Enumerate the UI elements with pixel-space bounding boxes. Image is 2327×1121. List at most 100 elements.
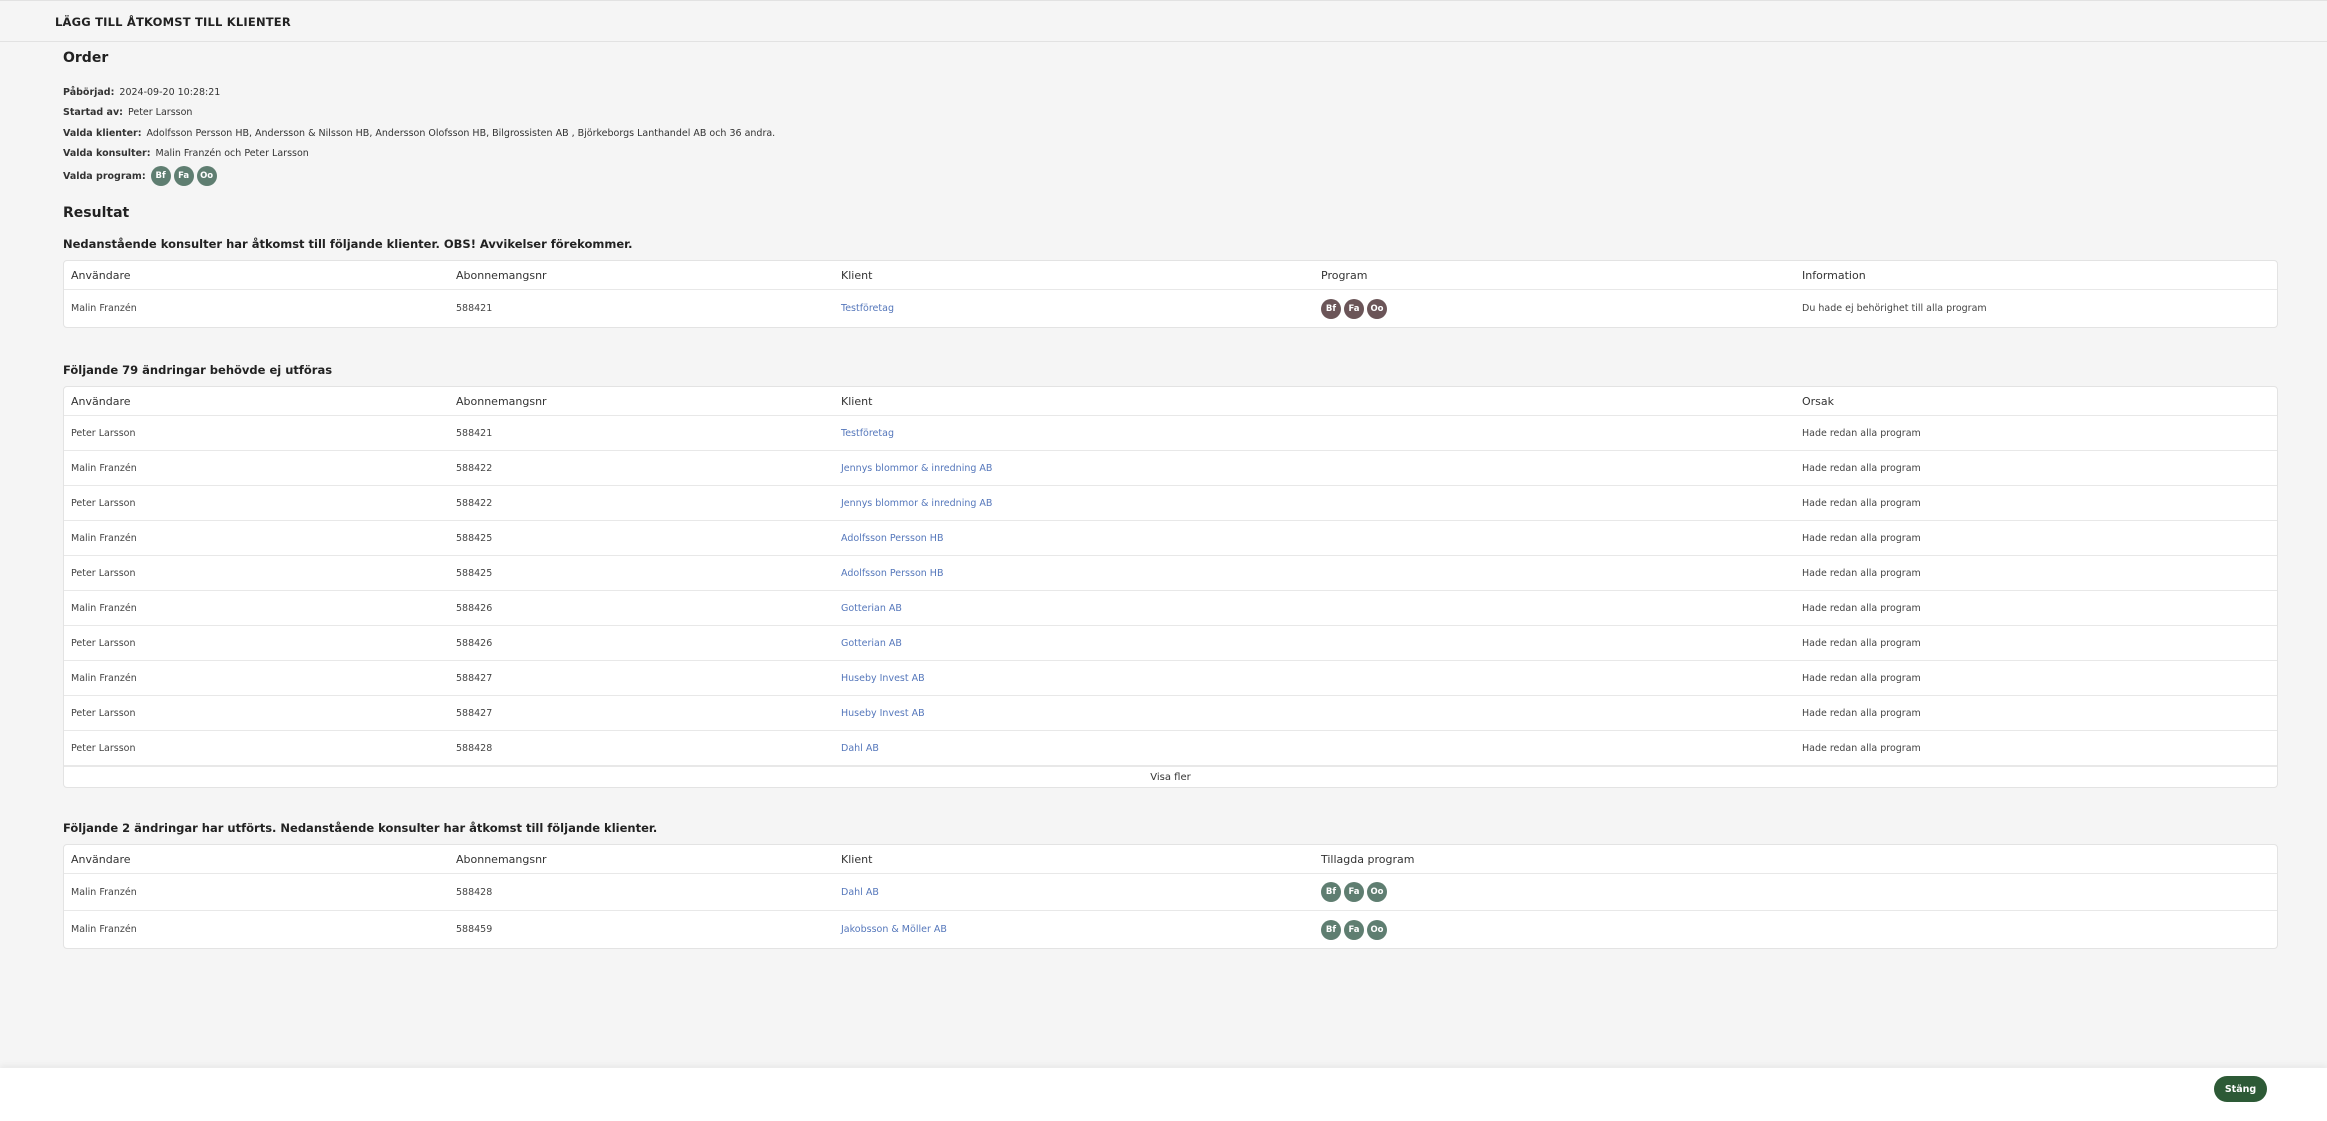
cell-sub: 588421 — [456, 427, 493, 439]
program-badge: Oo — [1367, 882, 1387, 902]
show-more-button[interactable]: Visa fler — [64, 766, 2277, 787]
table-row: Malin Franzén 588421 Testföretag Bf Fa O… — [64, 290, 2277, 327]
program-badge: Oo — [1367, 919, 1387, 940]
cell-sub: 588427 — [456, 707, 493, 719]
table-row: Malin Franzén 588425 Adolfsson Persson H… — [64, 521, 2277, 556]
clients-value: Adolfsson Persson HB, Andersson & Nilsso… — [146, 127, 776, 139]
table-header-row: Användare Abonnemangsnr Klient Program I… — [64, 261, 2277, 290]
cell-sub: 588426 — [456, 602, 493, 614]
close-button[interactable]: Stäng — [2214, 1076, 2267, 1102]
cell-client[interactable]: Huseby Invest AB — [841, 696, 925, 730]
client-link[interactable]: Adolfsson Persson HB — [841, 568, 943, 579]
col-header-sub: Abonnemangsnr — [456, 394, 547, 408]
program-badge: Oo — [1367, 298, 1387, 319]
program-badge: Bf — [1321, 919, 1341, 940]
clients-row: Valda klienter: Adolfsson Persson HB, An… — [63, 123, 2278, 144]
cell-reason: Hade redan alla program — [1802, 532, 1921, 544]
cell-user: Peter Larsson — [71, 637, 136, 649]
cell-sub: 588428 — [456, 886, 493, 898]
consultants-label: Valda konsulter: — [63, 148, 151, 160]
table2: Användare Abonnemangsnr Klient Orsak Pet… — [63, 386, 2278, 788]
cell-sub: 588422 — [456, 497, 493, 509]
cell-reason: Hade redan alla program — [1802, 462, 1921, 474]
program-badge: Bf — [1321, 882, 1341, 902]
cell-client[interactable]: Gotterian AB — [841, 626, 902, 660]
order-heading: Order — [63, 50, 109, 66]
client-link[interactable]: Jennys blommor & inredning AB — [841, 498, 992, 509]
consultants-value: Malin Franzén och Peter Larsson — [155, 148, 309, 160]
cell-client[interactable]: Huseby Invest AB — [841, 661, 925, 695]
client-link[interactable]: Adolfsson Persson HB — [841, 533, 943, 544]
footer-bar: Stäng — [0, 1068, 2327, 1121]
client-link[interactable]: Testföretag — [841, 428, 894, 439]
program-badge: Fa — [1344, 882, 1364, 902]
cell-client[interactable]: Dahl AB — [841, 874, 879, 910]
cell-sub: 588427 — [456, 672, 493, 684]
cell-client[interactable]: Testföretag — [841, 290, 894, 327]
cell-sub: 588426 — [456, 637, 493, 649]
col-header-user: Användare — [71, 268, 131, 282]
cell-programs: Bf Fa Oo — [1321, 874, 1387, 910]
clients-label: Valda klienter: — [63, 127, 142, 139]
cell-info: Du hade ej behörighet till alla program — [1802, 303, 1987, 314]
result-heading: Resultat — [63, 205, 130, 221]
cell-client[interactable]: Jennys blommor & inredning AB — [841, 486, 992, 520]
cell-user: Malin Franzén — [71, 303, 137, 314]
program-badge: Fa — [173, 166, 194, 186]
cell-client[interactable]: Adolfsson Persson HB — [841, 556, 943, 590]
client-link[interactable]: Jennys blommor & inredning AB — [841, 463, 992, 474]
cell-client[interactable]: Testföretag — [841, 416, 894, 450]
table-header-row: Användare Abonnemangsnr Klient Tillagda … — [64, 845, 2277, 874]
table-header-row: Användare Abonnemangsnr Klient Orsak — [64, 387, 2277, 416]
table3-heading: Följande 2 ändringar har utförts. Nedans… — [63, 821, 658, 835]
cell-client[interactable]: Jennys blommor & inredning AB — [841, 451, 992, 485]
table2-heading: Följande 79 ändringar behövde ej utföras — [63, 363, 333, 377]
header-bar: LÄGG TILL ÅTKOMST TILL KLIENTER — [0, 0, 2327, 42]
main-content: Order Påbörjad: 2024-09-20 10:28:21 Star… — [63, 50, 2278, 949]
client-link[interactable]: Dahl AB — [841, 743, 879, 754]
cell-user: Peter Larsson — [71, 497, 136, 509]
table-row: Malin Franzén 588426 Gotterian AB Hade r… — [64, 591, 2277, 626]
cell-sub: 588425 — [456, 567, 493, 579]
table3: Användare Abonnemangsnr Klient Tillagda … — [63, 844, 2278, 949]
table-row: Malin Franzén 588427 Huseby Invest AB Ha… — [64, 661, 2277, 696]
table-row: Malin Franzén 588459 Jakobsson & Möller … — [64, 911, 2277, 948]
cell-client[interactable]: Adolfsson Persson HB — [841, 521, 943, 555]
startedby-label: Startad av: — [63, 107, 123, 119]
programs-row: Valda program: Bf Fa Oo — [63, 164, 2278, 188]
cell-sub: 588428 — [456, 742, 493, 754]
table-row: Peter Larsson 588426 Gotterian AB Hade r… — [64, 626, 2277, 661]
cell-user: Peter Larsson — [71, 427, 136, 439]
order-meta: Påbörjad: 2024-09-20 10:28:21 Startad av… — [63, 82, 2278, 188]
client-link[interactable]: Dahl AB — [841, 887, 879, 898]
cell-sub: 588459 — [456, 924, 493, 935]
program-badges: Bf Fa Oo — [150, 166, 217, 186]
client-link[interactable]: Gotterian AB — [841, 603, 902, 614]
cell-reason: Hade redan alla program — [1802, 707, 1921, 719]
client-link[interactable]: Huseby Invest AB — [841, 708, 925, 719]
client-link[interactable]: Huseby Invest AB — [841, 673, 925, 684]
cell-user: Malin Franzén — [71, 532, 137, 544]
client-link[interactable]: Gotterian AB — [841, 638, 902, 649]
cell-user: Malin Franzén — [71, 672, 137, 684]
cell-client[interactable]: Gotterian AB — [841, 591, 902, 625]
cell-reason: Hade redan alla program — [1802, 497, 1921, 509]
table-row: Peter Larsson 588422 Jennys blommor & in… — [64, 486, 2277, 521]
program-badge: Oo — [196, 166, 217, 186]
table-row: Malin Franzén 588422 Jennys blommor & in… — [64, 451, 2277, 486]
cell-user: Peter Larsson — [71, 567, 136, 579]
cell-sub: 588425 — [456, 532, 493, 544]
cell-user: Malin Franzén — [71, 924, 137, 935]
client-link[interactable]: Jakobsson & Möller AB — [841, 924, 947, 935]
client-link[interactable]: Testföretag — [841, 303, 894, 314]
cell-user: Malin Franzén — [71, 462, 137, 474]
program-badge: Bf — [1321, 298, 1341, 319]
col-header-user: Användare — [71, 394, 131, 408]
started-label: Påbörjad: — [63, 86, 115, 98]
cell-client[interactable]: Jakobsson & Möller AB — [841, 911, 947, 948]
table1: Användare Abonnemangsnr Klient Program I… — [63, 260, 2278, 328]
started-row: Påbörjad: 2024-09-20 10:28:21 — [63, 82, 2278, 103]
col-header-reason: Orsak — [1802, 394, 1835, 408]
cell-client[interactable]: Dahl AB — [841, 731, 879, 765]
page-title: LÄGG TILL ÅTKOMST TILL KLIENTER — [55, 15, 291, 29]
